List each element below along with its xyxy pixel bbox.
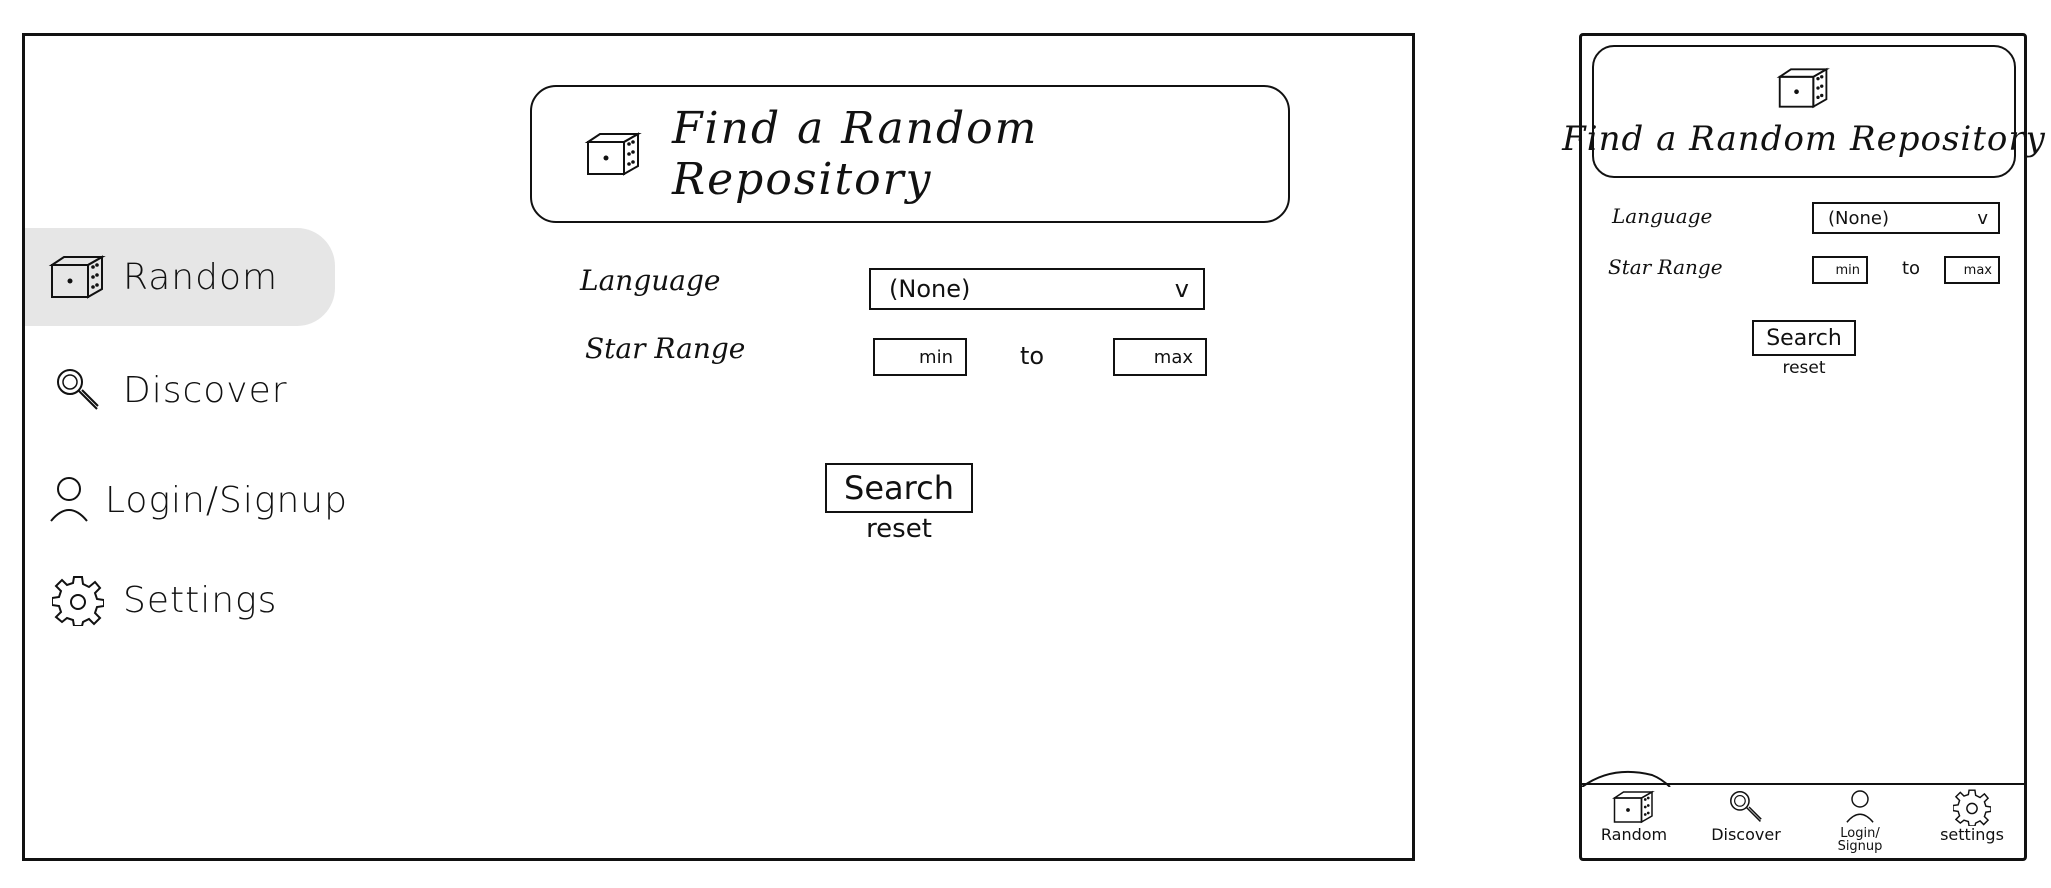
nav-item-label: Login/ Signup <box>1837 826 1883 854</box>
gear-icon <box>1953 787 1991 827</box>
language-label: Language <box>580 264 721 297</box>
title-card: Find a Random Repository <box>530 85 1290 223</box>
search-icon <box>47 362 109 418</box>
language-select[interactable]: (None) v <box>1812 202 2000 234</box>
dice-icon <box>584 130 644 178</box>
search-button[interactable]: Search <box>825 463 973 513</box>
nav-item-label: settings <box>1940 825 2004 844</box>
user-icon <box>47 472 91 528</box>
sidebar-item-settings[interactable]: Settings <box>25 551 335 649</box>
star-min-placeholder: min <box>1835 262 1860 278</box>
language-select-value: (None) <box>1828 207 1890 229</box>
sidebar-item-login-signup[interactable]: Login/Signup <box>25 451 347 549</box>
dice-icon <box>1776 65 1832 111</box>
nav-item-discover[interactable]: Discover <box>1696 785 1796 860</box>
chevron-down-icon: v <box>1977 207 1988 229</box>
star-max-placeholder: max <box>1963 262 1992 278</box>
language-select[interactable]: (None) v <box>869 268 1205 310</box>
sidebar-item-label: Login/Signup <box>105 479 348 521</box>
title-card: Find a Random Repository <box>1562 45 2045 178</box>
sidebar-item-label: Discover <box>123 369 288 411</box>
desktop-mockup: Random Discover Login/Signup Settings Fi… <box>22 33 1415 861</box>
page-title: Find a Random Repository <box>672 103 1039 205</box>
nav-item-label: Random <box>1600 825 1668 844</box>
search-button[interactable]: Search <box>1752 320 1856 356</box>
range-separator: to <box>1020 342 1045 370</box>
star-max-input[interactable]: max <box>1113 338 1207 376</box>
reset-link[interactable]: reset <box>825 514 973 544</box>
star-range-label: Star Range <box>1608 255 1723 279</box>
dice-icon <box>47 249 109 305</box>
sidebar-item-label: Random <box>123 256 279 298</box>
star-max-input[interactable]: max <box>1944 256 2000 284</box>
sidebar-item-random[interactable]: Random <box>25 228 335 326</box>
language-select-value: (None) <box>889 275 971 303</box>
nav-item-label: Discover <box>1711 825 1781 844</box>
range-separator: to <box>1902 258 1921 279</box>
star-range-label: Star Range <box>585 332 746 365</box>
star-min-input[interactable]: min <box>873 338 967 376</box>
star-min-input[interactable]: min <box>1812 256 1868 284</box>
reset-link[interactable]: reset <box>1752 358 1856 378</box>
page-title: Find a Random Repository <box>1562 118 2046 159</box>
nav-item-settings[interactable]: settings <box>1922 785 2022 860</box>
bottom-nav: Random Discover Login/ Signup settings <box>1582 770 2024 860</box>
dice-icon <box>1611 787 1657 827</box>
nav-item-login-signup[interactable]: Login/ Signup <box>1810 785 1910 860</box>
search-icon <box>1727 787 1765 827</box>
star-min-placeholder: min <box>919 346 953 368</box>
star-max-placeholder: max <box>1153 346 1193 368</box>
mobile-mockup: Find a Random Repository Language (None)… <box>1562 33 2045 861</box>
nav-item-random[interactable]: Random <box>1584 785 1684 860</box>
sidebar-item-discover[interactable]: Discover <box>25 341 335 439</box>
chevron-down-icon: v <box>1174 275 1189 303</box>
active-tab-indicator <box>1582 770 1671 787</box>
sidebar-item-label: Settings <box>123 579 278 621</box>
user-icon <box>1844 787 1876 827</box>
gear-icon <box>47 572 109 628</box>
language-label: Language <box>1612 204 1713 228</box>
